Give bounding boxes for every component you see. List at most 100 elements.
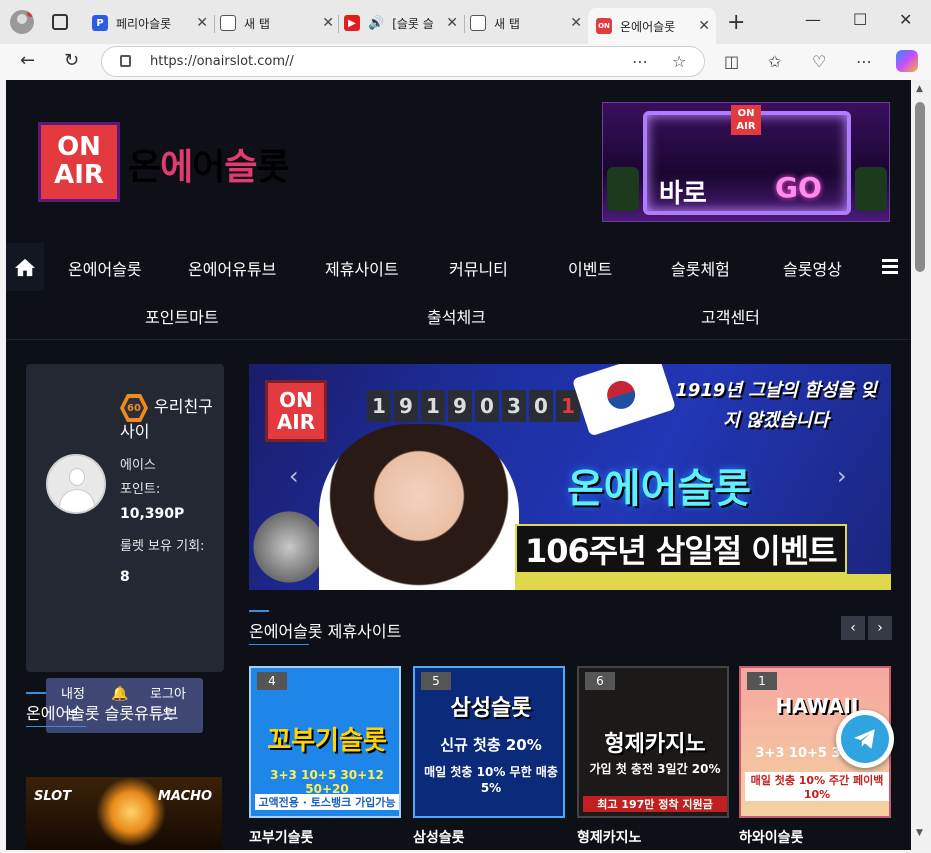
- hamburger-menu-icon[interactable]: [882, 259, 898, 274]
- close-window-icon[interactable]: ✕: [899, 10, 912, 29]
- speaker-graphic: [607, 167, 639, 211]
- scroll-thumb[interactable]: [915, 102, 925, 272]
- partner-banner-title: 꼬부기슬롯: [267, 726, 387, 756]
- home-icon[interactable]: [6, 243, 44, 291]
- roulette-value: 8: [120, 569, 130, 585]
- nav-item-attendance[interactable]: 출석체크: [427, 304, 486, 328]
- logo-line-on: ON: [57, 132, 101, 162]
- maximize-icon[interactable]: ☐: [853, 10, 867, 29]
- tab-separator: [464, 15, 465, 33]
- close-tab-icon[interactable]: ✕: [196, 15, 208, 31]
- tab-separator: [214, 15, 215, 33]
- refresh-icon[interactable]: ↻: [64, 50, 79, 71]
- slider-prev-icon[interactable]: ‹: [289, 462, 299, 490]
- logo-char: 롯: [256, 147, 290, 188]
- new-tab-icon[interactable]: +: [727, 10, 745, 35]
- banner-right-word: GO: [775, 171, 822, 204]
- nav-item-customer-center[interactable]: 고객센터: [701, 304, 760, 328]
- slider-bottom-strip: [515, 574, 891, 590]
- badge-line: AIR: [736, 121, 756, 132]
- tab-5-active[interactable]: ON 온에어슬롯 ✕: [588, 8, 716, 44]
- url-text[interactable]: https://onairslot.com//: [150, 54, 294, 69]
- notification-dot: [27, 10, 34, 17]
- profile-avatar-icon[interactable]: [10, 10, 34, 34]
- youtube-section-title: 온에어슬롯 슬롯유튜브: [26, 704, 179, 723]
- favorites-icon[interactable]: ✩: [768, 52, 781, 71]
- browser-window: P 페리아슬롯 ✕ 새 탭 ✕ ▶ 🔊 [슬롯 슬 ✕ 새 탭 ✕ ON 온에어…: [0, 0, 931, 853]
- counter-digit: 0: [529, 390, 553, 422]
- slider-event-title: 106주년 삼일절 이벤트: [515, 524, 847, 574]
- slider-onair-logo: ON AIR: [265, 380, 327, 442]
- user-rank: 에이스: [120, 458, 156, 473]
- site-logo-badge[interactable]: ON AIR: [38, 122, 120, 202]
- menu-dots-icon[interactable]: ⋯: [856, 52, 872, 71]
- partner-rank: 6: [585, 672, 615, 690]
- back-icon[interactable]: ←: [20, 50, 35, 71]
- copilot-icon[interactable]: [896, 50, 918, 72]
- nav-item-slot-video[interactable]: 슬롯영상: [783, 256, 842, 280]
- counter-digit: 9: [448, 390, 472, 422]
- nav-item-partner-sites[interactable]: 제휴사이트: [325, 256, 399, 280]
- badge-line: ON: [279, 388, 313, 412]
- tab-title: [슬롯 슬: [392, 16, 434, 31]
- site-logo-text[interactable]: 온에어슬롯: [128, 138, 290, 190]
- scroll-down-icon[interactable]: ▼: [916, 828, 923, 838]
- tab-actions-icon[interactable]: [52, 14, 68, 30]
- favorite-star-icon[interactable]: ☆: [672, 52, 686, 71]
- tab-3[interactable]: ▶ 🔊 [슬롯 슬 ✕: [344, 8, 464, 38]
- close-tab-icon[interactable]: ✕: [698, 18, 710, 34]
- tab-title: 온에어슬롯: [620, 19, 676, 34]
- close-tab-icon[interactable]: ✕: [446, 15, 458, 31]
- nav-item-onair-youtube[interactable]: 온에어유튜브: [188, 256, 276, 280]
- main-nav: 온에어슬롯 온에어유튜브 제휴사이트 커뮤니티 이벤트 슬롯체험 슬롯영상 포인…: [6, 243, 911, 339]
- partner-name[interactable]: 형제카지노: [577, 827, 641, 847]
- close-tab-icon[interactable]: ✕: [570, 15, 582, 31]
- youtube-thumbnail[interactable]: SLOT MACHO: [26, 777, 222, 850]
- partner-card[interactable]: 5 삼성슬롯 신규 첫충 20% 매일 첫충 10% 무한 매충 5%: [413, 666, 565, 818]
- more-options-icon[interactable]: ⋯: [632, 52, 648, 71]
- tab-title: 새 탭: [244, 16, 270, 31]
- cloud-decoration: [249, 504, 329, 590]
- nav-item-events[interactable]: 이벤트: [568, 256, 612, 280]
- date-counter: 1 9 1 9 0 3 0 1: [367, 390, 583, 422]
- minimize-icon[interactable]: —: [805, 10, 821, 29]
- browser-essentials-icon[interactable]: ♡: [812, 52, 826, 71]
- telegram-icon[interactable]: [836, 710, 894, 768]
- counter-digit: 1: [421, 390, 445, 422]
- event-slider[interactable]: ON AIR 1 9 1 9 0 3 0 1 1919년 그날의 함성을 잊지 않…: [249, 364, 891, 590]
- section-underline: [249, 644, 309, 645]
- partner-name[interactable]: 꼬부기슬롯: [249, 827, 313, 847]
- thumbnail-text: MACHO: [158, 789, 213, 804]
- partner-name[interactable]: 삼성슬롯: [413, 827, 465, 847]
- p-favicon-icon: P: [92, 15, 108, 31]
- roulette-label: 룰렛 보유 기회:: [120, 539, 205, 554]
- tab-separator: [338, 15, 339, 33]
- partner-card[interactable]: 6 형제카지노 가입 첫 충전 3일간 20% 최고 197만 정착 지원금: [577, 666, 729, 818]
- vertical-scrollbar[interactable]: ▲ ▼: [911, 80, 931, 850]
- partner-name[interactable]: 하와이슬롯: [739, 827, 803, 847]
- header-banner[interactable]: ON AIR 바로 GO: [602, 102, 890, 222]
- partner-rank: 1: [747, 672, 777, 690]
- tab-4[interactable]: 새 탭 ✕: [470, 8, 588, 38]
- split-screen-icon[interactable]: ◫: [724, 52, 739, 71]
- carousel-prev-icon[interactable]: ‹: [841, 616, 865, 640]
- nav-item-onairslot[interactable]: 온에어슬롯: [68, 256, 142, 280]
- lock-icon[interactable]: [120, 55, 131, 67]
- close-tab-icon[interactable]: ✕: [322, 15, 334, 31]
- scroll-up-icon[interactable]: ▲: [916, 84, 923, 94]
- nav-item-community[interactable]: 커뮤니티: [449, 256, 508, 280]
- tab-2[interactable]: 새 탭 ✕: [220, 8, 340, 38]
- carousel-next-icon[interactable]: ›: [868, 616, 892, 640]
- counter-digit: 3: [502, 390, 526, 422]
- nav-item-slot-demo[interactable]: 슬롯체험: [671, 256, 730, 280]
- speaker-icon[interactable]: 🔊: [368, 16, 384, 31]
- logo-char: 슬: [224, 147, 257, 188]
- slider-next-icon[interactable]: ›: [837, 462, 847, 490]
- partner-card[interactable]: 4 꼬부기슬롯 3+3 10+5 30+12 50+20 고액전용 · 토스뱅크…: [249, 666, 401, 818]
- logo-char: 에: [160, 147, 193, 188]
- newtab-icon: [470, 15, 486, 31]
- tab-1[interactable]: P 페리아슬롯 ✕: [92, 8, 214, 38]
- nav-item-point-mart[interactable]: 포인트마트: [145, 304, 219, 328]
- address-bar[interactable]: https://onairslot.com// ⋯ ☆: [101, 46, 705, 77]
- page-viewport: ON AIR 온에어슬롯 ON AIR 바로 GO 온에어슬롯 온에어유튜브 제휴…: [6, 80, 911, 850]
